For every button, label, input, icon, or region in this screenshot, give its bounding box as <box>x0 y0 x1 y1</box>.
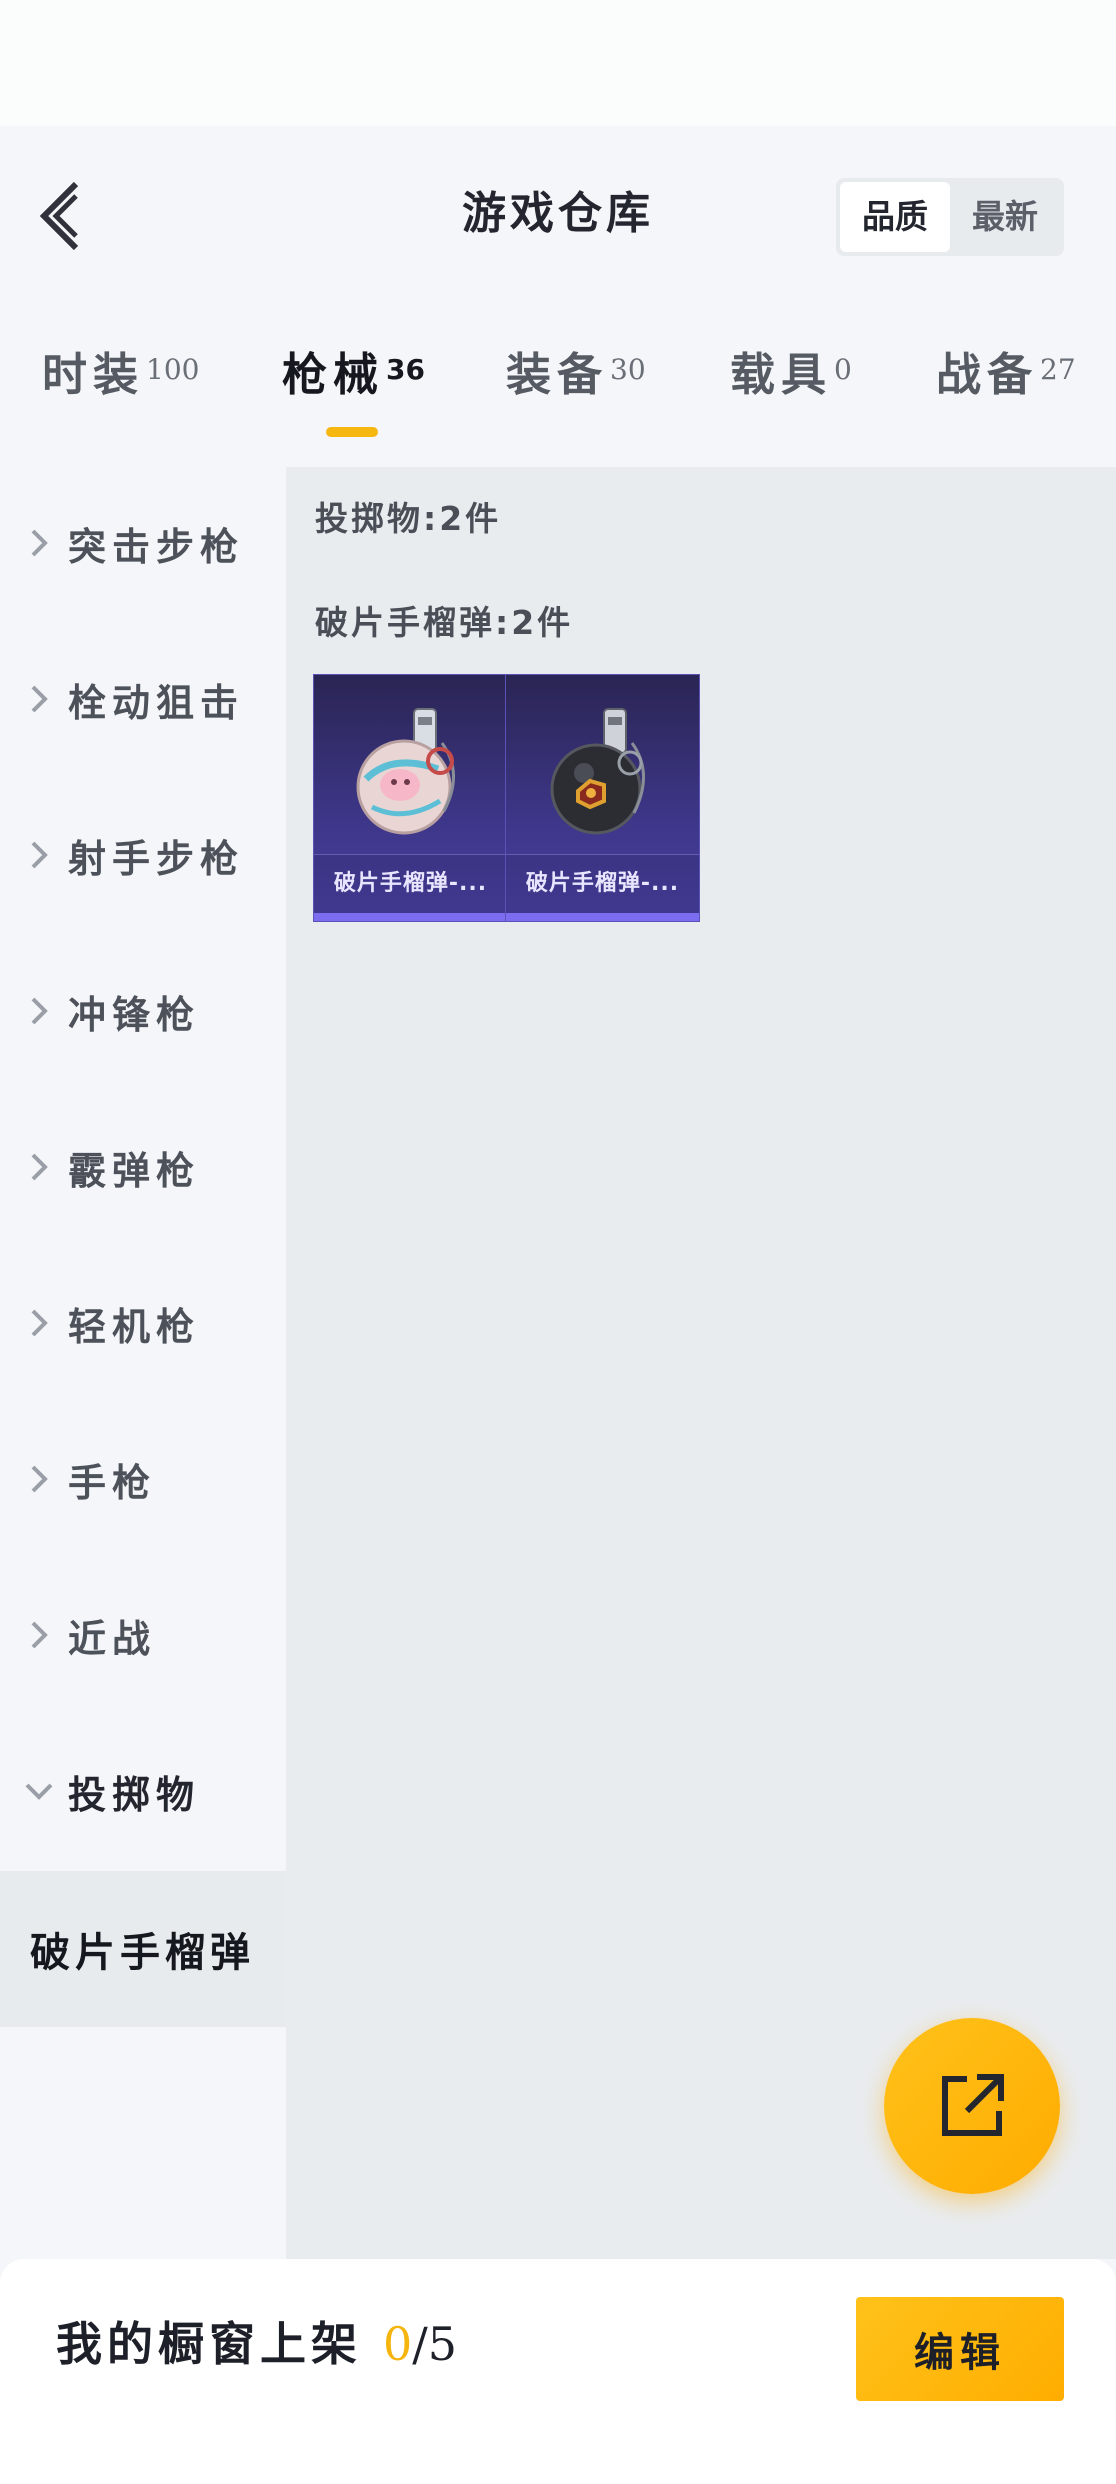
item-name: 破片手榴弹-... <box>314 854 507 913</box>
subcategory-summary: 破片手榴弹:2件 <box>315 603 574 642</box>
tab-guns[interactable]: 枪械 36 <box>282 340 425 410</box>
chevron-right-icon <box>22 684 56 714</box>
sidebar-item-smg[interactable]: 冲锋枪 <box>0 933 286 1089</box>
sidebar-item-shotgun[interactable]: 霰弹枪 <box>0 1089 286 1245</box>
sort-quality-button[interactable]: 品质 <box>840 182 950 252</box>
sidebar-item-bolt-sniper[interactable]: 栓动狙击 <box>0 621 286 777</box>
tab-count: 30 <box>610 353 646 386</box>
chevron-right-icon <box>22 996 56 1026</box>
showcase-separator: / <box>412 2317 428 2371</box>
tab-equipment[interactable]: 装备 30 <box>506 340 646 410</box>
chevron-right-icon <box>22 528 56 558</box>
sidebar-item-marksman-rifle[interactable]: 射手步枪 <box>0 777 286 933</box>
chevron-right-icon <box>22 1464 56 1494</box>
rarity-strip <box>506 913 699 921</box>
sidebar-item-label: 射手步枪 <box>68 836 245 881</box>
rarity-strip <box>314 913 507 921</box>
sidebar-item-pistol[interactable]: 手枪 <box>0 1401 286 1557</box>
sidebar-subitem-label: 破片手榴弹 <box>30 1930 255 1976</box>
showcase-max-count: 5 <box>427 2317 458 2371</box>
category-summary: 投掷物:2件 <box>315 499 502 538</box>
sidebar-item-label: 霰弹枪 <box>68 1148 201 1193</box>
black-grenade-icon <box>550 708 645 835</box>
sidebar-item-label: 近战 <box>68 1616 157 1661</box>
sidebar-item-label: 投掷物 <box>68 1772 201 1817</box>
sidebar-item-label: 冲锋枪 <box>68 992 201 1037</box>
tab-fashion[interactable]: 时装 100 <box>42 340 199 410</box>
edit-button[interactable]: 编辑 <box>856 2297 1064 2401</box>
sidebar-item-melee[interactable]: 近战 <box>0 1557 286 1713</box>
tab-label: 枪械 <box>282 348 385 401</box>
chevron-right-icon <box>22 1620 56 1650</box>
item-card[interactable]: 破片手榴弹-... <box>505 674 700 922</box>
showcase-status: 我的橱窗上架 0/5 <box>56 2312 457 2376</box>
tab-label: 时装 <box>42 348 145 401</box>
showcase-label: 我的橱窗上架 <box>56 2317 362 2371</box>
chevron-right-icon <box>22 1308 56 1338</box>
sidebar-item-label: 手枪 <box>68 1460 157 1505</box>
sort-newest-button[interactable]: 最新 <box>950 182 1060 252</box>
tab-count: 100 <box>146 353 200 386</box>
tab-vehicles[interactable]: 载具 0 <box>730 340 852 410</box>
external-link-icon <box>942 2074 1004 2136</box>
sidebar-item-label: 轻机枪 <box>68 1304 201 1349</box>
showcase-current-count: 0 <box>383 2317 413 2371</box>
tab-count: 27 <box>1040 353 1076 386</box>
tab-label: 战备 <box>936 348 1039 401</box>
chevron-right-icon <box>22 840 56 870</box>
item-name: 破片手榴弹-... <box>506 854 699 913</box>
sidebar-item-assault-rifle[interactable]: 突击步枪 <box>0 465 286 621</box>
sidebar-subitem-frag-grenade[interactable]: 破片手榴弹 <box>0 1871 286 2027</box>
sidebar-item-lmg[interactable]: 轻机枪 <box>0 1245 286 1401</box>
sort-toggle: 品质 最新 <box>836 178 1064 256</box>
chevron-down-icon <box>22 1782 56 1800</box>
sidebar-item-label: 突击步枪 <box>68 524 245 569</box>
tab-supplies[interactable]: 战备 27 <box>936 340 1076 410</box>
sidebar-item-label: 栓动狙击 <box>68 680 245 725</box>
tab-count: 36 <box>386 353 425 386</box>
chevron-right-icon <box>22 1152 56 1182</box>
active-tab-indicator <box>326 427 378 437</box>
pink-grenade-icon <box>356 708 455 835</box>
status-bar-area <box>0 0 1116 126</box>
item-card[interactable]: 破片手榴弹-... <box>313 674 508 922</box>
tab-label: 载具 <box>730 348 833 401</box>
tab-label: 装备 <box>506 348 609 401</box>
sidebar-item-throwables[interactable]: 投掷物 <box>0 1713 286 1869</box>
share-fab-button[interactable] <box>884 2018 1060 2194</box>
tab-count: 0 <box>834 353 852 386</box>
